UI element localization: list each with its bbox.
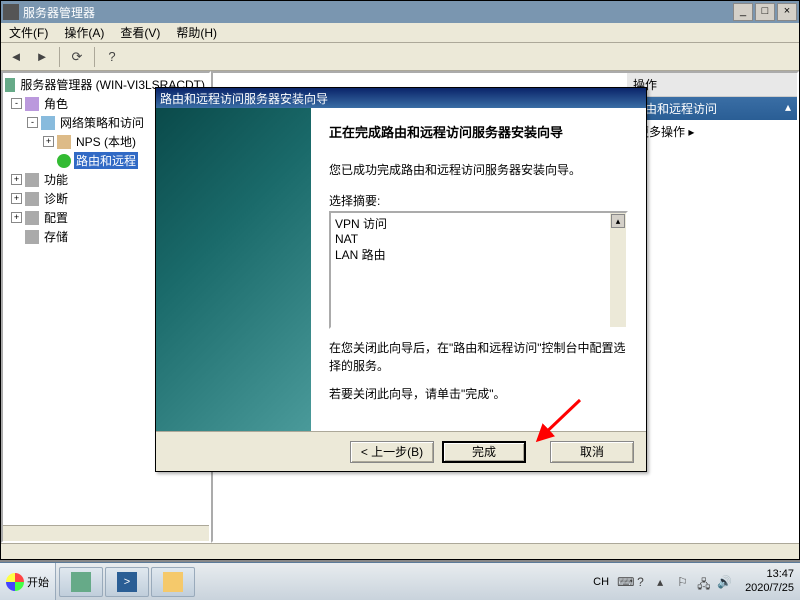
app-icon — [3, 4, 19, 20]
wizard-titlebar[interactable]: 路由和远程访问服务器安装向导 — [156, 88, 646, 108]
expand-icon[interactable]: + — [11, 174, 22, 185]
menu-action[interactable]: 操作(A) — [56, 22, 112, 43]
collapse-icon[interactable]: - — [27, 117, 38, 128]
taskbar: 开始 > CH ⌨ ? ▴ ⚐ 🖧 🔊 13:47 2020/7/25 — [0, 562, 800, 600]
feature-icon — [25, 173, 39, 187]
role-icon — [25, 97, 39, 111]
windows-logo-icon — [6, 573, 24, 591]
toolbar: ◄ ► ⟳ ? — [1, 43, 799, 71]
wizard-note-1: 在您关闭此向导后，在"路由和远程访问"控制台中配置选择的服务。 — [329, 339, 628, 375]
action-center-icon[interactable]: ⚐ — [677, 575, 691, 589]
menu-help[interactable]: 帮助(H) — [168, 22, 225, 43]
more-actions-item[interactable]: 更多操作 ▸ — [627, 120, 797, 143]
forward-button[interactable]: ► — [31, 46, 53, 68]
configuration-icon — [25, 211, 39, 225]
summary-item[interactable]: VPN 访问 — [335, 215, 622, 232]
diagnostics-icon — [25, 192, 39, 206]
menu-file[interactable]: 文件(F) — [1, 22, 56, 43]
refresh-button[interactable]: ⟳ — [66, 46, 88, 68]
menu-view[interactable]: 查看(V) — [112, 22, 168, 43]
horizontal-scrollbar[interactable] — [3, 525, 209, 541]
wizard-success-message: 您已成功完成路由和远程访问服务器安装向导。 — [329, 161, 628, 178]
help-button[interactable]: ? — [101, 46, 123, 68]
ime-indicator[interactable]: CH — [593, 576, 609, 588]
clock-time: 13:47 — [745, 568, 794, 581]
chevron-right-icon: ▸ — [688, 125, 694, 139]
statusbar — [1, 543, 799, 559]
wizard-heading: 正在完成路由和远程访问服务器安装向导 — [329, 122, 628, 141]
taskbar-item-explorer[interactable] — [151, 567, 195, 597]
tray-chevron-icon[interactable]: ▴ — [657, 575, 671, 589]
vertical-scrollbar[interactable]: ▴ — [610, 213, 626, 327]
expand-icon[interactable]: + — [11, 212, 22, 223]
clock[interactable]: 13:47 2020/7/25 — [739, 568, 794, 594]
cancel-button[interactable]: 取消 — [550, 441, 634, 463]
start-label: 开始 — [27, 574, 49, 590]
menubar: 文件(F) 操作(A) 查看(V) 帮助(H) — [1, 23, 799, 43]
wizard-button-row: < 上一步(B) 完成 取消 — [156, 431, 646, 471]
nps-icon — [57, 135, 71, 149]
main-title: 服务器管理器 — [23, 4, 733, 21]
toolbar-separator — [59, 47, 60, 67]
actions-pane: 操作 路由和远程访问 ▴ 更多操作 ▸ — [627, 73, 797, 143]
volume-icon[interactable]: 🔊 — [717, 575, 731, 589]
taskbar-item-server-manager[interactable] — [59, 567, 103, 597]
expand-icon[interactable]: + — [11, 193, 22, 204]
taskbar-item-powershell[interactable]: > — [105, 567, 149, 597]
storage-icon — [25, 230, 39, 244]
system-tray: CH ⌨ ? ▴ ⚐ 🖧 🔊 13:47 2020/7/25 — [587, 563, 800, 600]
clock-date: 2020/7/25 — [745, 582, 794, 595]
keyboard-icon[interactable]: ⌨ — [617, 575, 631, 589]
minimize-button[interactable]: _ — [733, 3, 753, 21]
main-titlebar[interactable]: 服务器管理器 _ □ × — [1, 1, 799, 23]
chevron-up-icon[interactable]: ▴ — [785, 100, 791, 117]
help-icon[interactable]: ? — [637, 575, 651, 589]
rras-icon — [57, 154, 71, 168]
maximize-button[interactable]: □ — [755, 3, 775, 21]
actions-title: 路由和远程访问 ▴ — [627, 97, 797, 120]
actions-header: 操作 — [627, 73, 797, 97]
wizard-content: 正在完成路由和远程访问服务器安装向导 您已成功完成路由和远程访问服务器安装向导。… — [311, 108, 646, 431]
collapse-icon[interactable]: - — [11, 98, 22, 109]
summary-item[interactable]: LAN 路由 — [335, 246, 622, 263]
summary-label: 选择摘要: — [329, 192, 628, 209]
summary-listbox[interactable]: VPN 访问 NAT LAN 路由 ▴ — [329, 211, 628, 329]
wizard-note-2: 若要关闭此向导，请单击"完成"。 — [329, 385, 628, 403]
start-button[interactable]: 开始 — [0, 563, 56, 600]
rras-setup-wizard: 路由和远程访问服务器安装向导 正在完成路由和远程访问服务器安装向导 您已成功完成… — [155, 87, 647, 472]
server-icon — [5, 78, 15, 92]
toolbar-separator — [94, 47, 95, 67]
finish-button[interactable]: 完成 — [442, 441, 526, 463]
wizard-banner — [156, 108, 311, 431]
close-button[interactable]: × — [777, 3, 797, 21]
back-button[interactable]: ◄ — [5, 46, 27, 68]
policy-icon — [41, 116, 55, 130]
expand-icon[interactable]: + — [43, 136, 54, 147]
network-icon[interactable]: 🖧 — [697, 575, 711, 589]
wizard-title: 路由和远程访问服务器安装向导 — [160, 90, 642, 107]
back-button[interactable]: < 上一步(B) — [350, 441, 434, 463]
summary-item[interactable]: NAT — [335, 232, 622, 246]
scroll-up-icon[interactable]: ▴ — [611, 214, 625, 228]
